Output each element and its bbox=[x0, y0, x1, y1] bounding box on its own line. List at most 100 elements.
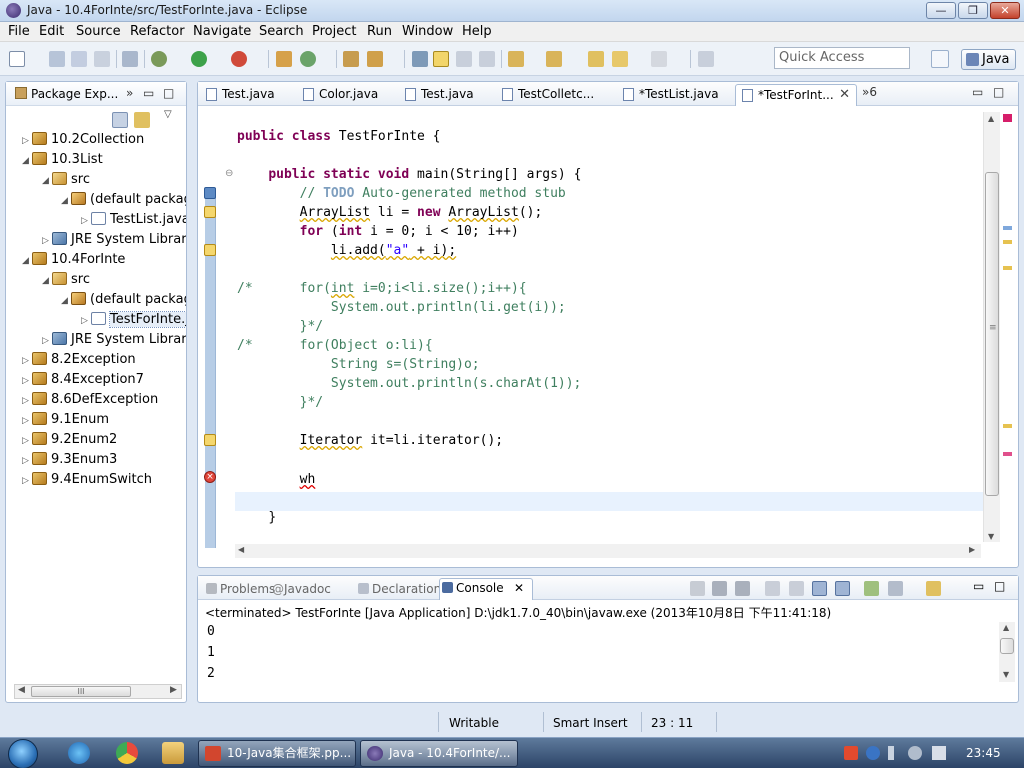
tab-declaration[interactable]: Declaration bbox=[356, 580, 441, 598]
view-menu-chevron-icon[interactable]: » bbox=[126, 86, 133, 100]
maximize-view-icon[interactable]: □ bbox=[163, 86, 174, 100]
scroll-right-icon[interactable]: ▶ bbox=[170, 685, 177, 695]
taskbar-task-eclipse[interactable]: Java - 10.4ForInte/... bbox=[360, 740, 518, 767]
scroll-left-icon[interactable]: ◀ bbox=[18, 685, 25, 695]
scroll-thumb[interactable] bbox=[1000, 638, 1014, 654]
tree-item-selected[interactable]: ▷TestForInte.java bbox=[81, 310, 186, 330]
warning-icon[interactable] bbox=[204, 244, 216, 256]
scroll-thumb[interactable]: III bbox=[31, 686, 131, 697]
view-menu-icon[interactable]: ▽ bbox=[164, 109, 172, 120]
show-on-stderr-icon[interactable] bbox=[835, 581, 850, 596]
tree-item[interactable]: ▷ JRE System Library bbox=[42, 330, 186, 350]
scroll-up-icon[interactable]: ▲ bbox=[988, 114, 994, 123]
minimize-button[interactable]: — bbox=[926, 2, 956, 19]
external-tools-icon[interactable] bbox=[231, 51, 247, 67]
tab-test-java-2[interactable]: Test.java bbox=[399, 84, 491, 106]
tree-item[interactable]: ◢ 10.3List bbox=[22, 150, 186, 170]
tree-item[interactable]: ◢ 10.4ForInte bbox=[22, 250, 186, 270]
menu-refactor[interactable]: Refactor bbox=[130, 24, 185, 39]
menu-navigate[interactable]: Navigate bbox=[193, 24, 251, 39]
show-hidden-icons-icon[interactable] bbox=[908, 746, 922, 760]
package-explorer-title[interactable]: Package Exp... bbox=[31, 87, 118, 101]
scroll-thumb[interactable]: ≡ bbox=[985, 172, 999, 496]
new-icon[interactable] bbox=[9, 51, 25, 67]
tab-testforinte-java[interactable]: *TestForInt... ✕ bbox=[735, 84, 857, 106]
code-editor[interactable]: × ⊖ public class TestForInte { public st… bbox=[198, 106, 1018, 548]
scroll-up-icon[interactable]: ▲ bbox=[1003, 623, 1009, 632]
maximize-button[interactable]: ❐ bbox=[958, 2, 988, 19]
maximize-console-icon[interactable]: □ bbox=[994, 579, 1005, 593]
start-button[interactable] bbox=[8, 739, 38, 768]
pin-editor-icon[interactable] bbox=[698, 51, 714, 67]
open-perspective-icon[interactable] bbox=[931, 50, 949, 68]
overview-marker[interactable] bbox=[1003, 424, 1012, 428]
package-explorer-hscrollbar[interactable]: ◀ III ▶ bbox=[14, 684, 182, 699]
debug-icon[interactable] bbox=[151, 51, 167, 67]
show-whitespace-icon[interactable] bbox=[479, 51, 495, 67]
show-on-stdout-icon[interactable] bbox=[812, 581, 827, 596]
error-icon[interactable]: × bbox=[204, 471, 216, 483]
tree-item[interactable]: ▷ 10.2Collection bbox=[22, 130, 186, 150]
overview-ruler[interactable] bbox=[1001, 110, 1015, 550]
bookmark-icon[interactable] bbox=[204, 187, 216, 199]
menu-file[interactable]: File bbox=[8, 24, 30, 39]
last-edit-location-icon[interactable] bbox=[588, 51, 604, 67]
tree-item[interactable]: ▷ 8.2Exception bbox=[22, 350, 186, 370]
input-method-icon[interactable] bbox=[844, 746, 858, 760]
remove-all-launches-icon[interactable] bbox=[735, 581, 750, 596]
terminate-icon[interactable] bbox=[690, 581, 705, 596]
menu-project[interactable]: Project bbox=[312, 24, 356, 39]
print-icon[interactable] bbox=[94, 51, 110, 67]
warning-icon[interactable] bbox=[204, 206, 216, 218]
forward-icon[interactable] bbox=[651, 51, 667, 67]
volume-icon[interactable] bbox=[932, 746, 946, 760]
internet-explorer-icon[interactable] bbox=[68, 742, 90, 764]
file-explorer-icon[interactable] bbox=[162, 742, 184, 764]
save-icon[interactable] bbox=[49, 51, 65, 67]
tree-item[interactable]: ▷ 8.6DefException bbox=[22, 390, 186, 410]
next-annotation-icon[interactable] bbox=[508, 51, 524, 67]
help-icon[interactable] bbox=[866, 746, 880, 760]
maximize-editor-icon[interactable]: □ bbox=[993, 85, 1004, 99]
toggle-highlight-icon[interactable] bbox=[433, 51, 449, 67]
quick-access-input[interactable]: Quick Access bbox=[774, 47, 910, 69]
display-console-icon[interactable] bbox=[888, 581, 903, 596]
minimize-console-icon[interactable]: ▭ bbox=[973, 579, 984, 593]
tab-testcolletc[interactable]: TestColletc... bbox=[496, 84, 614, 106]
menu-edit[interactable]: Edit bbox=[39, 24, 64, 39]
menu-run[interactable]: Run bbox=[367, 24, 392, 39]
menu-window[interactable]: Window bbox=[402, 24, 453, 39]
tree-item[interactable]: ◢ src bbox=[42, 170, 186, 190]
taskbar-task-powerpoint[interactable]: 10-Java集合框架.pp... bbox=[198, 740, 356, 767]
save-all-icon[interactable] bbox=[71, 51, 87, 67]
open-console-icon[interactable] bbox=[926, 581, 941, 596]
tab-testlist-java[interactable]: *TestList.java bbox=[617, 84, 735, 106]
taskbar-clock[interactable]: 23:45 bbox=[966, 746, 1001, 760]
overview-marker[interactable] bbox=[1003, 240, 1012, 244]
tab-problems[interactable]: Problems bbox=[204, 580, 275, 598]
previous-annotation-icon[interactable] bbox=[546, 51, 562, 67]
back-icon[interactable] bbox=[612, 51, 628, 67]
more-tabs-button[interactable]: »6 bbox=[862, 85, 877, 99]
overview-marker[interactable] bbox=[1003, 452, 1012, 456]
remove-launch-icon[interactable] bbox=[712, 581, 727, 596]
tree-item[interactable]: ◢(default package) bbox=[61, 190, 186, 210]
minimize-view-icon[interactable]: ▭ bbox=[143, 86, 154, 100]
scroll-down-icon[interactable]: ▼ bbox=[988, 532, 994, 541]
run-icon[interactable] bbox=[191, 51, 207, 67]
tree-item[interactable]: ▷ 9.2Enum2 bbox=[22, 430, 186, 450]
chrome-icon[interactable] bbox=[116, 742, 138, 764]
tree-item[interactable]: ▷ 9.3Enum3 bbox=[22, 450, 186, 470]
scroll-down-icon[interactable]: ▼ bbox=[1003, 670, 1009, 679]
overview-marker[interactable] bbox=[1003, 266, 1012, 270]
search-icon[interactable] bbox=[367, 51, 383, 67]
clear-console-icon[interactable] bbox=[765, 581, 780, 596]
tray-icon[interactable] bbox=[888, 746, 894, 760]
warning-icon[interactable] bbox=[204, 434, 216, 446]
java-perspective-button[interactable]: Java bbox=[961, 49, 1016, 70]
tree-item[interactable]: ▷ 9.4EnumSwitch bbox=[22, 470, 186, 490]
minimize-editor-icon[interactable]: ▭ bbox=[972, 85, 983, 99]
console-vscrollbar[interactable]: ▲ ▼ bbox=[999, 622, 1015, 682]
tree-item[interactable]: ▷ TestList.java bbox=[81, 210, 186, 230]
link-with-editor-icon[interactable] bbox=[134, 112, 150, 128]
